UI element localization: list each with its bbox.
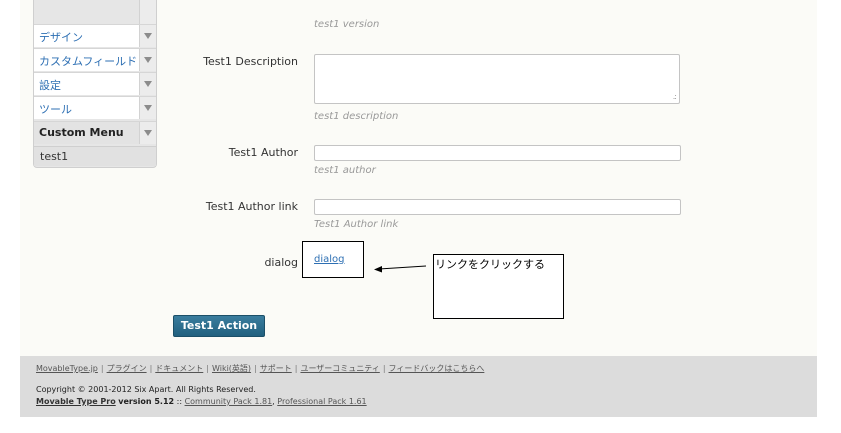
- author-hint: test1 author: [314, 165, 376, 176]
- sidebar-arrow-cell: [139, 0, 156, 24]
- chevron-down-icon: [144, 81, 152, 87]
- callout-text: リンクをクリックする: [435, 258, 545, 271]
- author-link-input[interactable]: [314, 199, 681, 215]
- dialog-highlight-box: dialog: [302, 241, 364, 278]
- footer-links: MovableType.jp | プラグイン | ドキュメント | Wiki(英語) | サポー…: [36, 363, 484, 374]
- description-textarea[interactable]: .:: [314, 54, 680, 104]
- footer-link-plugins[interactable]: プラグイン: [107, 364, 147, 373]
- author-link-hint: Test1 Author link: [314, 219, 399, 230]
- footer-link-movabletype[interactable]: MovableType.jp: [36, 364, 98, 373]
- footer-link-feedback[interactable]: フィードバックはこちらへ: [389, 364, 485, 373]
- expand-menu-button[interactable]: [139, 73, 156, 95]
- dialog-label: dialog: [264, 256, 298, 269]
- version-info: Movable Type Pro version 5.12 :: Communi…: [36, 397, 367, 406]
- description-hint: test1 description: [314, 111, 399, 122]
- resize-grip-icon[interactable]: .:: [673, 92, 677, 101]
- author-link-label: Test1 Author link: [205, 200, 298, 213]
- sidebar-item-label: 設定: [39, 79, 61, 92]
- footer: MovableType.jp | プラグイン | ドキュメント | Wiki(英語) | サポー…: [20, 356, 817, 417]
- footer-separator: |: [206, 364, 209, 373]
- author-label: Test1 Author: [228, 146, 298, 159]
- footer-link-wiki[interactable]: Wiki(英語): [212, 364, 251, 373]
- footer-link-community[interactable]: ユーザーコミュニティ: [300, 364, 379, 373]
- sidebar-menu: デザイン カスタムフィールド 設定 ツール Custom Menu test1: [33, 0, 157, 168]
- sidebar-item-design[interactable]: デザイン: [34, 24, 156, 47]
- version-number: version 5.12: [118, 397, 175, 406]
- footer-separator: |: [294, 364, 298, 373]
- product-link[interactable]: Movable Type Pro: [36, 397, 116, 406]
- expand-menu-button[interactable]: [139, 97, 156, 119]
- chevron-down-icon: [144, 105, 152, 111]
- chevron-down-icon: [144, 130, 152, 136]
- community-pack-link[interactable]: Community Pack 1.81: [185, 397, 273, 406]
- sidebar-item-label: ツール: [39, 103, 72, 116]
- author-input[interactable]: [314, 145, 681, 161]
- expand-menu-button[interactable]: [139, 122, 156, 144]
- test1-action-button[interactable]: Test1 Action: [173, 315, 265, 337]
- sidebar-item-label: Custom Menu: [39, 126, 124, 139]
- footer-separator: |: [149, 364, 153, 373]
- chevron-down-icon: [144, 33, 152, 39]
- copyright-text: Copyright © 2001-2012 Six Apart. All Rig…: [36, 385, 256, 394]
- sidebar-item-settings[interactable]: 設定: [34, 72, 156, 95]
- expand-menu-button[interactable]: [139, 25, 156, 47]
- footer-separator: |: [382, 364, 386, 373]
- annotation-callout: リンクをクリックする: [433, 254, 564, 319]
- version-hint: test1 version: [314, 19, 380, 30]
- professional-pack-link[interactable]: Professional Pack 1.61: [277, 397, 366, 406]
- sidebar-item-label: デザイン: [39, 31, 83, 44]
- sidebar-item-custom-menu[interactable]: Custom Menu: [34, 121, 156, 144]
- footer-link-support[interactable]: サポート: [260, 364, 292, 373]
- footer-separator: |: [100, 364, 104, 373]
- footer-separator: |: [254, 364, 257, 373]
- sidebar-subitem-label: test1: [40, 150, 69, 163]
- version-separator: ::: [176, 397, 183, 406]
- footer-link-docs[interactable]: ドキュメント: [155, 364, 203, 373]
- sidebar-item-tools[interactable]: ツール: [34, 96, 156, 119]
- sidebar-top-partial: [34, 0, 156, 24]
- dialog-link[interactable]: dialog: [314, 254, 345, 265]
- pack-separator: ,: [272, 397, 275, 406]
- annotation-arrow-icon: [374, 265, 426, 273]
- description-label: Test1 Description: [203, 55, 298, 68]
